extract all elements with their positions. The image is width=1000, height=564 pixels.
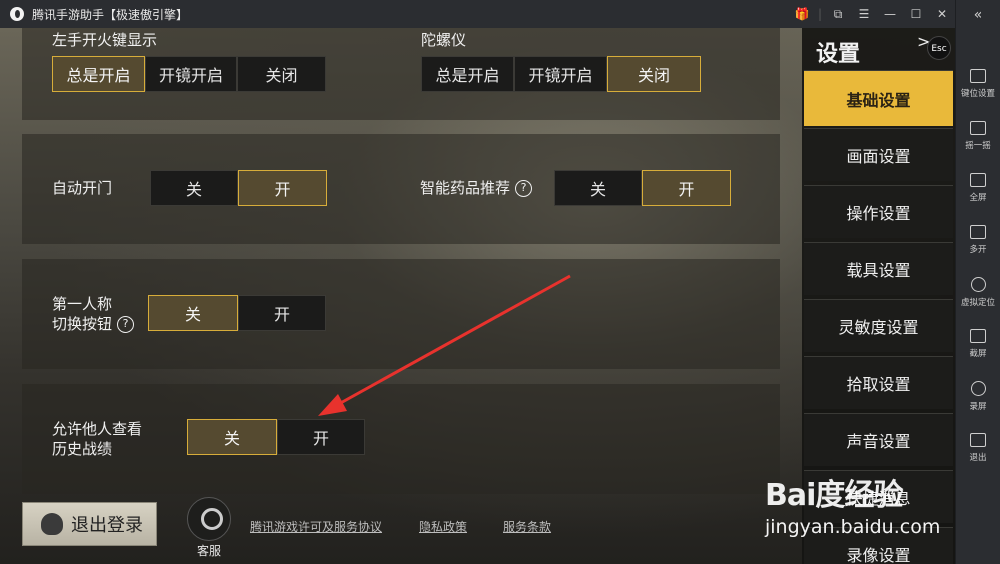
fullscreen-icon bbox=[970, 173, 986, 187]
esc-badge[interactable]: Esc bbox=[927, 36, 951, 60]
auto-door-toggle: 关 开 bbox=[150, 170, 327, 206]
med-recommend-option-off[interactable]: 关 bbox=[554, 170, 642, 206]
first-person-label-line1: 第一人称 bbox=[52, 295, 113, 313]
keyboard-icon bbox=[970, 69, 986, 83]
history-label: 允许他人查看 历史战绩 bbox=[52, 419, 142, 459]
first-person-option-off[interactable]: 关 bbox=[148, 295, 238, 331]
menu-item-controls[interactable]: 操作设置 bbox=[804, 185, 953, 238]
first-person-toggle: 关 开 bbox=[148, 295, 326, 331]
gift-icon[interactable]: 🎁 bbox=[790, 7, 814, 21]
watermark-brand: Bai度经验 bbox=[765, 478, 903, 513]
med-recommend-toggle: 关 开 bbox=[554, 170, 731, 206]
license-agreement-link[interactable]: 腾讯游戏许可及服务协议 bbox=[250, 518, 382, 535]
gyroscope-toggle: 总是开启 开镜开启 关闭 bbox=[421, 56, 701, 92]
left-fire-toggle: 总是开启 开镜开启 关闭 bbox=[52, 56, 326, 92]
window-controls: 🎁 | ⧉ ☰ — ☐ ✕ bbox=[789, 0, 955, 28]
left-fire-option-always[interactable]: 总是开启 bbox=[52, 56, 145, 92]
collapse-toolbar-icon[interactable]: « bbox=[956, 0, 1000, 30]
left-fire-option-off[interactable]: 关闭 bbox=[237, 56, 326, 92]
gyroscope-option-scope[interactable]: 开镜开启 bbox=[514, 56, 607, 92]
gyroscope-option-off[interactable]: 关闭 bbox=[607, 56, 701, 92]
baidu-watermark: Bai度经验 jingyan.baidu.com bbox=[765, 470, 940, 538]
left-fire-label: 左手开火键显示 bbox=[52, 31, 158, 49]
toolbar-item-fullscreen[interactable]: 全屏 bbox=[956, 162, 1000, 214]
menu-item-vehicle[interactable]: 载具设置 bbox=[804, 242, 953, 295]
toolbar-item-exit[interactable]: 退出 bbox=[956, 422, 1000, 474]
med-recommend-option-on[interactable]: 开 bbox=[642, 170, 731, 206]
window-title: 腾讯手游助手【极速傲引擎】 bbox=[32, 7, 189, 22]
gyroscope-option-always[interactable]: 总是开启 bbox=[421, 56, 514, 92]
settings-panel-row3 bbox=[22, 259, 780, 369]
toolbar-item-keymap[interactable]: 键位设置 bbox=[956, 58, 1000, 110]
first-person-label-line2: 切换按钮 bbox=[52, 315, 113, 333]
app-logo-icon bbox=[10, 7, 24, 21]
menu-item-graphics[interactable]: 画面设置 bbox=[804, 128, 953, 181]
history-option-off[interactable]: 关 bbox=[187, 419, 277, 455]
history-toggle: 关 开 bbox=[187, 419, 365, 455]
toolbar-item-screenshot[interactable]: 截屏 bbox=[956, 318, 1000, 370]
screenshot-icon bbox=[970, 329, 986, 343]
toolbar-item-label: 摇一摇 bbox=[965, 141, 991, 151]
first-person-option-on[interactable]: 开 bbox=[238, 295, 326, 331]
toolbar-item-label: 退出 bbox=[969, 453, 987, 463]
exit-icon bbox=[970, 433, 986, 447]
privacy-policy-link[interactable]: 隐私政策 bbox=[419, 518, 467, 535]
toolbar-item-label: 录屏 bbox=[969, 401, 987, 412]
toolbar-item-label: 键位设置 bbox=[960, 89, 995, 99]
auto-door-option-on[interactable]: 开 bbox=[238, 170, 327, 206]
toolbar-item-location[interactable]: 虚拟定位 bbox=[956, 266, 1000, 318]
minimize-icon[interactable]: — bbox=[878, 7, 902, 21]
auto-door-option-off[interactable]: 关 bbox=[150, 170, 238, 206]
history-label-line2: 历史战绩 bbox=[52, 440, 113, 458]
help-icon[interactable]: ? bbox=[515, 180, 533, 197]
divider: | bbox=[817, 7, 823, 21]
med-recommend-label: 智能药品推荐? bbox=[420, 178, 533, 198]
toolbar-item-label: 虚拟定位 bbox=[960, 297, 995, 308]
toolbar-item-label: 截屏 bbox=[969, 349, 987, 359]
maximize-icon[interactable]: ☐ bbox=[904, 7, 928, 21]
history-option-on[interactable]: 开 bbox=[277, 419, 365, 455]
shrink-window-icon[interactable]: ⧉ bbox=[826, 7, 850, 22]
toolbar-item-label: 多开 bbox=[969, 245, 987, 255]
med-recommend-label-text: 智能药品推荐 bbox=[420, 179, 511, 197]
logout-label: 退出登录 bbox=[71, 515, 143, 536]
help-icon[interactable]: ? bbox=[117, 316, 135, 333]
menu-item-sensitivity[interactable]: 灵敏度设置 bbox=[804, 299, 953, 352]
history-label-line1: 允许他人查看 bbox=[52, 420, 143, 438]
close-icon[interactable]: ✕ bbox=[930, 7, 954, 21]
menu-icon[interactable]: ☰ bbox=[852, 7, 876, 21]
first-person-label-line2-wrap: 切换按钮? bbox=[52, 314, 135, 334]
toolbar-item-record[interactable]: 录屏 bbox=[956, 370, 1000, 422]
right-toolbar: « 键位设置 摇一摇 全屏 多开 虚拟定位 截屏 录屏 退出 bbox=[955, 0, 1000, 564]
menu-item-basic[interactable]: 基础设置 bbox=[804, 70, 953, 126]
menu-item-pickup[interactable]: 拾取设置 bbox=[804, 356, 953, 409]
watermark-url: jingyan.baidu.com bbox=[765, 516, 941, 538]
location-icon bbox=[970, 276, 986, 292]
toolbar-item-multi[interactable]: 多开 bbox=[956, 214, 1000, 266]
menu-item-sound[interactable]: 声音设置 bbox=[804, 413, 953, 466]
toolbar-item-shake[interactable]: 摇一摇 bbox=[956, 110, 1000, 162]
toolbar-item-label: 全屏 bbox=[969, 193, 987, 203]
multi-instance-icon bbox=[970, 225, 986, 239]
logout-button[interactable]: 退出登录 bbox=[22, 502, 157, 546]
customer-service-label: 客服 bbox=[196, 544, 221, 558]
first-person-label: 第一人称 切换按钮? bbox=[52, 294, 135, 334]
gyroscope-label: 陀螺仪 bbox=[421, 31, 467, 49]
left-fire-option-scope[interactable]: 开镜开启 bbox=[145, 56, 237, 92]
headset-icon bbox=[187, 497, 231, 541]
title-bar: 腾讯手游助手【极速傲引擎】 🎁 | ⧉ ☰ — ☐ ✕ bbox=[0, 0, 955, 28]
record-icon bbox=[970, 380, 986, 396]
user-icon bbox=[41, 513, 63, 535]
menu-title: 设置 bbox=[816, 42, 861, 67]
shake-icon bbox=[970, 121, 986, 135]
auto-door-label: 自动开门 bbox=[52, 179, 113, 197]
terms-of-service-link[interactable]: 服务条款 bbox=[503, 518, 551, 535]
customer-service-button[interactable]: 客服 bbox=[183, 497, 235, 559]
